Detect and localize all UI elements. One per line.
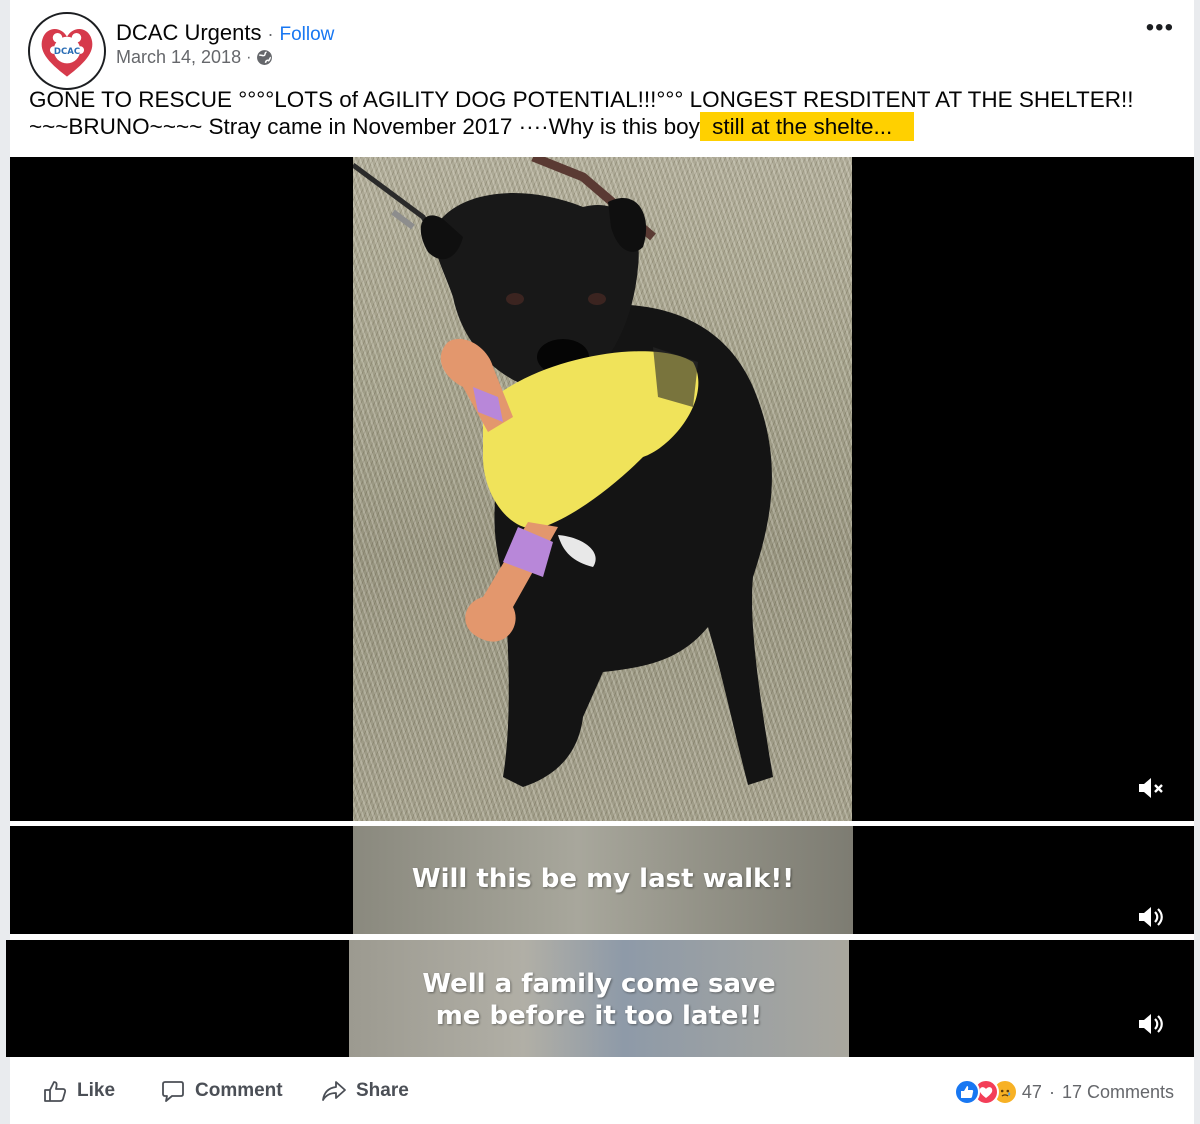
video-player[interactable]: Well a family come save me before it too… [6, 940, 1194, 1057]
comment-label: Comment [195, 1080, 283, 1101]
comments-count[interactable]: 17 Comments [1062, 1082, 1174, 1103]
meta-separator: · [246, 48, 252, 66]
reaction-count: 47 [1021, 1081, 1042, 1102]
page-avatar[interactable]: DCAC [28, 12, 106, 90]
reaction-separator: · [1048, 1081, 1055, 1102]
post-text-main: GONE TO RESCUE °°°°LOTS of AGILITY DOG P… [29, 87, 1134, 139]
like-label: Like [77, 1080, 116, 1101]
share-button[interactable]: Share [321, 1076, 409, 1106]
dog-photo [353, 157, 852, 821]
family-video-frame: Well a family come save me before it too… [349, 940, 849, 1057]
like-reaction-icon [953, 1079, 980, 1105]
like-button[interactable]: Like [42, 1076, 115, 1106]
post-date[interactable]: March 14, 2018 [116, 47, 241, 68]
globe-icon [256, 49, 273, 66]
volume-muted-icon[interactable] [1134, 771, 1168, 805]
share-arrow-icon [322, 1081, 346, 1101]
walk-video-frame: Will this be my last walk!! [353, 826, 853, 934]
author-separator: · [267, 24, 274, 44]
author-name[interactable]: DCAC Urgents [116, 20, 261, 46]
dog-with-toy-image [353, 157, 773, 787]
author-row: DCAC Urgents · Follow [116, 20, 334, 46]
more-options-icon[interactable]: ••• [1146, 16, 1174, 40]
follow-button[interactable]: Follow [279, 24, 334, 46]
share-label: Share [356, 1080, 409, 1101]
post-text: GONE TO RESCUE °°°°LOTS of AGILITY DOG P… [29, 86, 1189, 141]
post-meta: March 14, 2018 · [116, 47, 273, 68]
video-player[interactable] [10, 157, 1194, 821]
video-caption: Will this be my last walk!! [411, 864, 795, 894]
video-player[interactable]: Will this be my last walk!! [10, 826, 1194, 934]
volume-on-icon[interactable] [1134, 1007, 1168, 1041]
svg-text:DCAC: DCAC [54, 47, 80, 57]
post-action-bar: Like Comment Share 47 · 17 Comments [10, 1068, 1194, 1114]
dcac-logo-icon: DCAC [41, 28, 93, 77]
video-caption: Well a family come save me before it too… [422, 969, 776, 1031]
post-card: DCAC DCAC Urgents · Follow March 14, 201… [6, 0, 1194, 1124]
comment-bubble-icon [162, 1081, 184, 1102]
see-more-highlight[interactable]: still at the shelte... [699, 112, 915, 141]
thumbs-up-icon [44, 1081, 67, 1102]
volume-on-icon[interactable] [1134, 900, 1168, 934]
reaction-summary[interactable]: 47 · 17 Comments [953, 1079, 1174, 1105]
comment-button[interactable]: Comment [160, 1076, 283, 1106]
